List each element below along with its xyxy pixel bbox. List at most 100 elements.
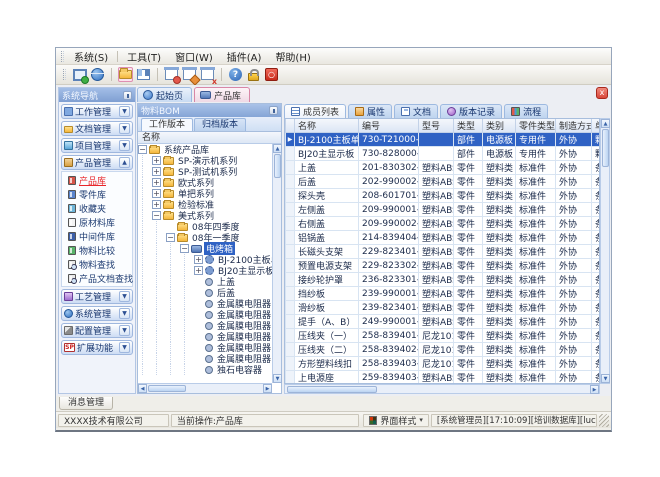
sidebar-item-物料查找[interactable]: 物料查找 — [62, 257, 132, 271]
expand-icon[interactable]: + — [152, 178, 161, 187]
scroll-thumb[interactable] — [287, 386, 377, 393]
sidebar-group-配置管理[interactable]: 配置管理▼ — [61, 323, 133, 338]
exit-icon[interactable]: ○ — [264, 67, 279, 82]
tree-column-header[interactable]: 名称 — [138, 132, 281, 144]
bom-tab-工作版本[interactable]: 工作版本 — [141, 118, 193, 131]
collapse-icon[interactable]: − — [138, 145, 147, 154]
chevron-down-icon[interactable]: ▼ — [119, 291, 130, 302]
sidebar-group-工艺管理[interactable]: 工艺管理▼ — [61, 289, 133, 304]
doc-tab-起始页[interactable]: 起始页 — [137, 87, 192, 102]
table-row[interactable]: 提手（A、B）249-990001-01X塑料ABS零件塑料类标准件外协条 — [286, 315, 601, 329]
column-header-类别[interactable]: 类别 — [483, 119, 516, 133]
close-tab-button[interactable]: x — [596, 87, 608, 99]
doc-tab-产品库[interactable]: 产品库 — [194, 87, 250, 102]
column-header-型号[interactable]: 型号 — [419, 119, 454, 133]
column-header-编号[interactable]: 编号 — [359, 119, 419, 133]
expand-icon[interactable]: + — [194, 255, 203, 264]
scroll-thumb[interactable] — [274, 154, 281, 178]
expand-icon[interactable]: + — [152, 156, 161, 165]
scroll-left-icon[interactable]: ◀ — [138, 384, 147, 393]
sidebar-group-文档管理[interactable]: 文档管理▼ — [61, 121, 133, 136]
tree-item-上盖[interactable]: 上盖 — [138, 276, 272, 287]
table-horizontal-scrollbar[interactable]: ▶ — [284, 384, 600, 394]
scroll-down-icon[interactable]: ▼ — [273, 374, 282, 383]
detail-tab-文档[interactable]: 文档 — [394, 104, 438, 118]
close-window-icon[interactable] — [200, 67, 215, 82]
table-row[interactable]: 上电源座259-839403-00X塑料ABS零件塑料类标准件外协条 — [286, 371, 601, 385]
table-row[interactable]: 方形塑料线扣258-839403-00X尼龙1010零件塑料类标准件外协条 — [286, 357, 601, 371]
sidebar-group-项目管理[interactable]: 项目管理▼ — [61, 138, 133, 153]
bom-tab-归档版本[interactable]: 归档版本 — [194, 118, 246, 131]
detail-tab-流程[interactable]: 流程 — [504, 104, 548, 118]
chevron-up-icon[interactable]: ▲ — [119, 157, 130, 168]
open-folder-icon[interactable] — [118, 67, 133, 82]
table-row[interactable]: 滑纱板239-823401-00X塑料ABS零件塑料类标准件外协条 — [286, 301, 601, 315]
table-row[interactable]: 后盖202-990002-01X塑料ABS零件塑料类标准件外协条 — [286, 175, 601, 189]
help-icon[interactable]: ? — [228, 67, 243, 82]
scroll-up-icon[interactable]: ▲ — [273, 144, 282, 153]
chevron-down-icon[interactable]: ▼ — [119, 308, 130, 319]
tree-item-独石电容器[interactable]: 独石电容器 — [138, 364, 272, 375]
table-row[interactable]: 挡纱板239-990001-01X塑料ABS零件塑料类标准件外协条 — [286, 287, 601, 301]
expand-icon[interactable]: + — [152, 189, 161, 198]
column-header-名称[interactable]: 名称 — [295, 119, 359, 133]
table-row[interactable]: ▶BJ-2100主板单点730-T21000-12X部件电源板专用件外协颗 — [286, 133, 601, 147]
display-settings-icon[interactable] — [72, 67, 87, 82]
column-header-类型[interactable]: 类型 — [454, 119, 483, 133]
menu-item-5[interactable]: 帮助(H) — [268, 48, 317, 65]
chevron-down-icon[interactable]: ▼ — [119, 106, 130, 117]
sidebar-group-扩展功能[interactable]: SP扩展功能▼ — [61, 340, 133, 355]
resize-grip[interactable] — [599, 414, 609, 427]
table-row[interactable]: 长磁头支架229-823401-00X塑料ABS零件塑料类标准件外协条 — [286, 245, 601, 259]
layout-columns-icon[interactable] — [136, 67, 151, 82]
table-row[interactable]: 预置电源支架229-823302-00X塑料ABS零件塑料类标准件外协条 — [286, 259, 601, 273]
sidebar-item-物料比较[interactable]: 物料比较 — [62, 243, 132, 257]
menu-item-4[interactable]: 插件(A) — [220, 48, 269, 65]
table-vertical-scrollbar[interactable]: ▲ ▼ — [600, 118, 610, 384]
expand-icon[interactable]: + — [152, 167, 161, 176]
table-row[interactable]: 铝锅盖214-839404-01X塑料ABS零件塑料类标准件外协条 — [286, 231, 601, 245]
toolbar-grip[interactable] — [61, 51, 64, 62]
chevron-down-icon[interactable]: ▼ — [119, 123, 130, 134]
tree-horizontal-scrollbar[interactable]: ◀ ▶ — [138, 383, 272, 393]
message-management-tab[interactable]: 消息管理 — [59, 397, 113, 410]
table-row[interactable]: 压线夹（二）258-839402-00X尼龙1010零件塑料类标准件外协条 — [286, 343, 601, 357]
chevron-down-icon[interactable]: ▼ — [119, 342, 130, 353]
chevron-down-icon[interactable]: ▼ — [119, 325, 130, 336]
tree-item-BJ20主显示板[interactable]: +BJ20主显示板 — [138, 265, 272, 276]
sidebar-group-产品管理[interactable]: 产品管理▲ — [61, 155, 133, 170]
column-header-单位[interactable]: 单位 — [592, 119, 601, 133]
collapse-icon[interactable]: − — [152, 211, 161, 220]
expand-icon[interactable]: + — [194, 266, 203, 275]
menu-item-1[interactable]: 系统(S) — [67, 48, 115, 65]
chevron-down-icon[interactable]: ▼ — [119, 140, 130, 151]
table-row[interactable]: 探头壳208-601701-01X塑料ABS零件塑料类标准件外协条 — [286, 189, 601, 203]
table-row[interactable]: 左侧盖209-990001-01X塑料ABS零件塑料类标准件外协条 — [286, 203, 601, 217]
column-header-制造方式[interactable]: 制造方式 — [556, 119, 592, 133]
table-row[interactable]: 右侧盖209-990002-01X塑料ABS零件塑料类标准件外协条 — [286, 217, 601, 231]
scroll-right-icon[interactable]: ▶ — [263, 384, 272, 393]
lock-icon[interactable] — [246, 67, 261, 82]
scroll-thumb[interactable] — [602, 129, 609, 167]
sidebar-group-系统管理[interactable]: 系统管理▼ — [61, 306, 133, 321]
scroll-thumb[interactable] — [148, 385, 186, 392]
sidebar-item-原材料库[interactable]: 原材料库 — [62, 215, 132, 229]
sidebar-item-产品文档查找[interactable]: 产品文档查找 — [62, 271, 132, 285]
pin-icon[interactable] — [269, 106, 278, 115]
sidebar-item-收藏夹[interactable]: 收藏夹 — [62, 201, 132, 215]
window-badge-icon[interactable] — [182, 67, 197, 82]
pin-icon[interactable] — [123, 91, 132, 100]
table-row[interactable]: 接纱轮护罩236-823301-00X塑料ABS零件塑料类标准件外协条 — [286, 273, 601, 287]
toolbar-grip[interactable] — [63, 69, 66, 80]
detail-tab-成员列表[interactable]: 成员列表 — [284, 104, 346, 118]
menu-item-3[interactable]: 窗口(W) — [168, 48, 220, 65]
table-row[interactable]: 上盖201-830302-00X塑料ABS零件塑料类标准件外协条 — [286, 161, 601, 175]
scroll-right-icon[interactable]: ▶ — [590, 385, 599, 394]
collapse-icon[interactable]: − — [166, 233, 175, 242]
menu-item-2[interactable]: 工具(T) — [120, 48, 168, 65]
table-row[interactable]: 压线夹（一）258-839401-00X尼龙1010零件塑料类标准件外协条 — [286, 329, 601, 343]
new-window-icon[interactable] — [164, 67, 179, 82]
globe-icon[interactable] — [90, 67, 105, 82]
detail-tab-属性[interactable]: 属性 — [348, 104, 392, 118]
detail-tab-版本记录[interactable]: 版本记录 — [440, 104, 502, 118]
